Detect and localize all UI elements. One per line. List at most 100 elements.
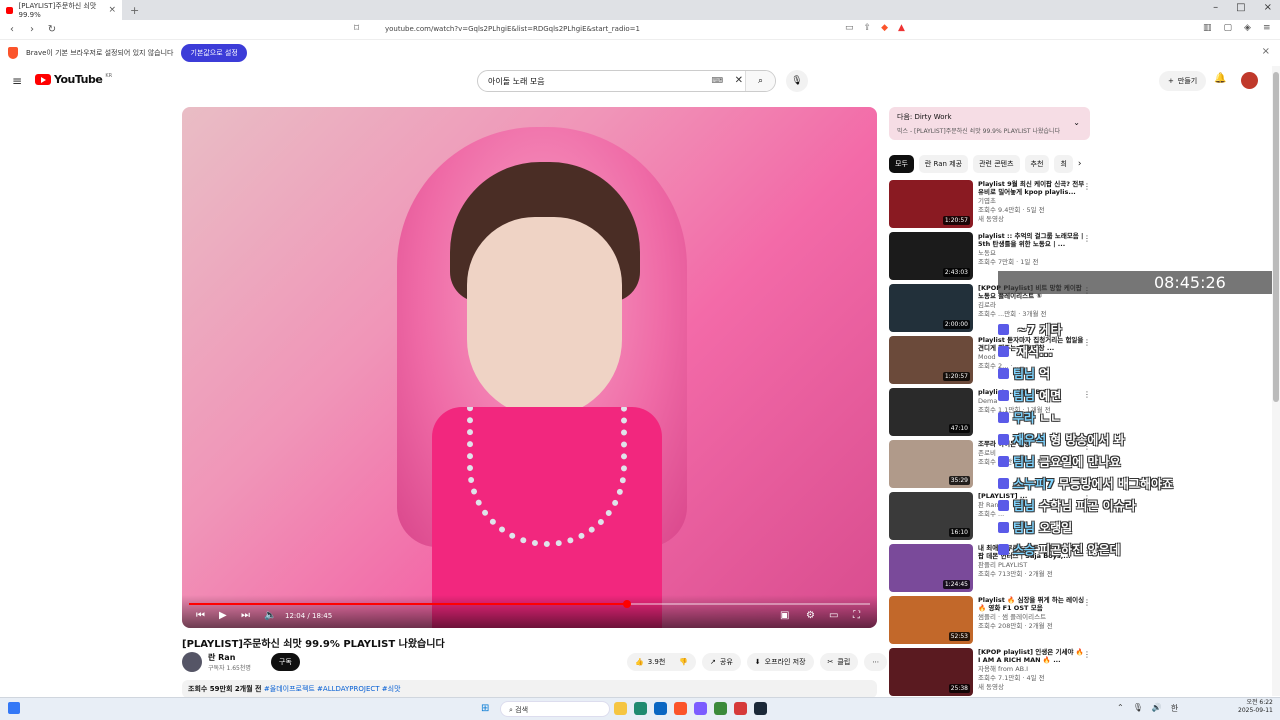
brave-rewards-icon[interactable]: ▲	[898, 23, 905, 33]
rec-title[interactable]: [KPOP playlist] 인생은 기세야 🔥 I AM A RICH MA…	[978, 648, 1088, 664]
subtitles-icon[interactable]: ▣	[780, 610, 789, 621]
taskbar-clock[interactable]: 오전 6:22 2025-09-11	[1238, 699, 1273, 715]
youtube-logo[interactable]: YouTube KR	[35, 73, 112, 86]
voice-search-icon[interactable]: 🎙	[786, 70, 808, 92]
search-input[interactable]: 아이돌 노래 모음	[488, 76, 545, 87]
clear-search-icon[interactable]: ✕	[735, 75, 743, 86]
page-scrollbar[interactable]	[1272, 66, 1280, 696]
volume-icon[interactable]: 🔈	[264, 610, 276, 621]
sidebar-icon[interactable]: ▥	[1203, 23, 1212, 33]
chip-related[interactable]: 관련 콘텐츠	[973, 155, 1020, 173]
recommendation-item[interactable]: 25:38 [KPOP playlist] 인생은 기세야 🔥 I AM A RI…	[889, 648, 1092, 699]
video-player[interactable]: ⏮ ▶ ⏭ 🔈 12:04 / 18:45 ▣ ⚙ ▭ ⛶	[182, 107, 877, 628]
download-button[interactable]: ⬇ 오프라인 저장	[746, 653, 814, 671]
rec-title[interactable]: Playlist 🔥 심장을 뛰게 하는 레이싱 🔥 영화 F1 OST 모음	[978, 596, 1088, 612]
rec-channel[interactable]: 판플리 PLAYLIST	[978, 561, 1088, 569]
chevron-right-icon[interactable]: ›	[1078, 159, 1082, 169]
rec-channel[interactable]: 기엽초	[978, 197, 1088, 205]
scrollbar-thumb[interactable]	[1273, 72, 1279, 402]
search-button[interactable]: ⌕	[745, 71, 775, 91]
vpn-icon[interactable]: ◈	[1244, 23, 1251, 33]
video-thumbnail[interactable]: 1:20:57	[889, 336, 973, 384]
tray-chevron-icon[interactable]: ⌃	[1117, 703, 1124, 714]
settings-gear-icon[interactable]: ⚙	[806, 610, 815, 621]
progress-bar[interactable]	[189, 600, 870, 608]
ime-indicator[interactable]: 한	[1171, 703, 1178, 714]
share-button[interactable]: ↗ 공유	[702, 653, 741, 671]
rec-title[interactable]: Playlist 9월 최신 케이팝 신곡? 전부 유비로 밀어놓게 kpop …	[978, 180, 1088, 196]
mix-playlist-header[interactable]: 다음: Dirty Work 믹스 - [PLAYLIST]주문하신 쇠맛 99…	[889, 107, 1090, 140]
steam-icon[interactable]	[754, 702, 767, 715]
theater-mode-icon[interactable]: ▭	[829, 610, 838, 621]
video-thumbnail[interactable]: 2:00:00	[889, 284, 973, 332]
video-thumbnail[interactable]: 1:24:45	[889, 544, 973, 592]
next-icon[interactable]: ⏭	[241, 610, 250, 621]
speaker-icon[interactable]: 🔊	[1152, 703, 1162, 714]
wallet-icon[interactable]: ▢	[1224, 23, 1233, 33]
clip-button[interactable]: ✂ 클립	[819, 653, 859, 671]
chip-from-channel[interactable]: 란 Ran 제공	[918, 155, 969, 173]
description-box[interactable]: 조회수 59만회 2개월 전 #올데이프로젝트 #ALLDAYPROJECT #…	[182, 680, 877, 698]
account-avatar[interactable]	[1241, 72, 1258, 89]
video-thumbnail[interactable]: 2:43:03	[889, 232, 973, 280]
mic-icon[interactable]: 🎙	[1133, 703, 1143, 714]
menu-icon[interactable]: ≡	[1263, 23, 1271, 33]
scrubber-handle[interactable]	[622, 600, 631, 608]
previous-icon[interactable]: ⏮	[196, 610, 205, 621]
notifications-bell-icon[interactable]: 🔔	[1214, 73, 1226, 84]
like-button[interactable]: 👍 3.9천 👎	[627, 653, 697, 671]
set-default-button[interactable]: 기본값으로 설정	[181, 44, 247, 62]
video-thumbnail[interactable]: 47:10	[889, 388, 973, 436]
channel-name[interactable]: 란 Ran	[208, 652, 251, 663]
rec-channel[interactable]: 노동요	[978, 249, 1088, 257]
app-icon-2[interactable]	[734, 702, 747, 715]
video-thumbnail[interactable]: 1:20:57	[889, 180, 973, 228]
subscribe-button[interactable]: 구독	[270, 653, 300, 671]
infobar-close-icon[interactable]: ×	[1262, 46, 1270, 57]
edge-icon[interactable]	[634, 702, 647, 715]
rec-title[interactable]: playlist :: 추억의 걸그룹 노래모음 | 5th 탄생를을 위한 노…	[978, 232, 1088, 248]
rec-channel[interactable]: 자용해 from AB.I	[978, 665, 1088, 673]
reload-icon[interactable]: ↻	[44, 24, 60, 35]
channel-avatar[interactable]	[182, 652, 202, 672]
rec-channel[interactable]: 썸플리 · 썸 플레이리스트	[978, 613, 1088, 621]
dislike-icon[interactable]: 👎	[679, 658, 688, 666]
rec-channel[interactable]: 김로라	[978, 301, 1088, 309]
install-icon[interactable]: ▭	[845, 23, 854, 33]
close-window-icon[interactable]: ×	[1264, 2, 1272, 13]
chip-recommended[interactable]: 추천	[1024, 155, 1050, 173]
url-field[interactable]: youtube.com/watch?v=Gqls2PLhgiE&list=RDG…	[385, 25, 640, 33]
hamburger-menu-icon[interactable]: ≡	[12, 74, 22, 88]
store-icon[interactable]	[654, 702, 667, 715]
more-actions-button[interactable]: ⋯	[864, 653, 888, 671]
fullscreen-icon[interactable]: ⛶	[853, 610, 860, 621]
search-box[interactable]: 아이돌 노래 모음 ⌨ ✕ ⌕	[477, 70, 776, 92]
taskbar-search[interactable]: ⌕ 검색	[500, 701, 610, 717]
video-thumbnail[interactable]: 16:10	[889, 492, 973, 540]
more-vert-icon[interactable]: ⋮	[1083, 598, 1091, 607]
start-menu-icon[interactable]: ⊞	[481, 703, 489, 714]
recommendation-item[interactable]: 1:20:57 Playlist 9월 최신 케이팝 신곡? 전부 유비로 밀어놓…	[889, 180, 1092, 231]
video-thumbnail[interactable]: 35:29	[889, 440, 973, 488]
brave-icon[interactable]	[674, 702, 687, 715]
keyboard-icon[interactable]: ⌨	[711, 76, 723, 85]
more-vert-icon[interactable]: ⋮	[1083, 182, 1091, 191]
forward-icon[interactable]: ›	[24, 24, 40, 35]
more-vert-icon[interactable]: ⋮	[1083, 234, 1091, 243]
minimize-icon[interactable]: –	[1213, 2, 1218, 13]
video-thumbnail[interactable]: 25:38	[889, 648, 973, 696]
create-button[interactable]: + 만들기	[1159, 71, 1207, 91]
close-tab-icon[interactable]: ×	[108, 5, 116, 15]
tab-active[interactable]: [PLAYLIST]주문하신 쇠맛 99.9% ×	[0, 0, 122, 20]
recommendation-item[interactable]: 52:53 Playlist 🔥 심장을 뛰게 하는 레이싱 🔥 영화 F1 OS…	[889, 596, 1092, 647]
share-icon[interactable]: ⇪	[864, 23, 872, 33]
widgets-icon[interactable]	[8, 702, 20, 714]
chip-all[interactable]: 모두	[889, 155, 914, 173]
file-explorer-icon[interactable]	[614, 702, 627, 715]
new-tab-icon[interactable]: +	[130, 4, 139, 17]
hashtags[interactable]: #올데이프로젝트 #ALLDAYPROJECT #쇠맛	[264, 685, 401, 693]
brave-shield-icon[interactable]: ◆	[881, 23, 888, 33]
bookmark-icon[interactable]: ⌑	[354, 23, 359, 34]
more-vert-icon[interactable]: ⋮	[1083, 650, 1091, 659]
app-icon[interactable]	[714, 702, 727, 715]
